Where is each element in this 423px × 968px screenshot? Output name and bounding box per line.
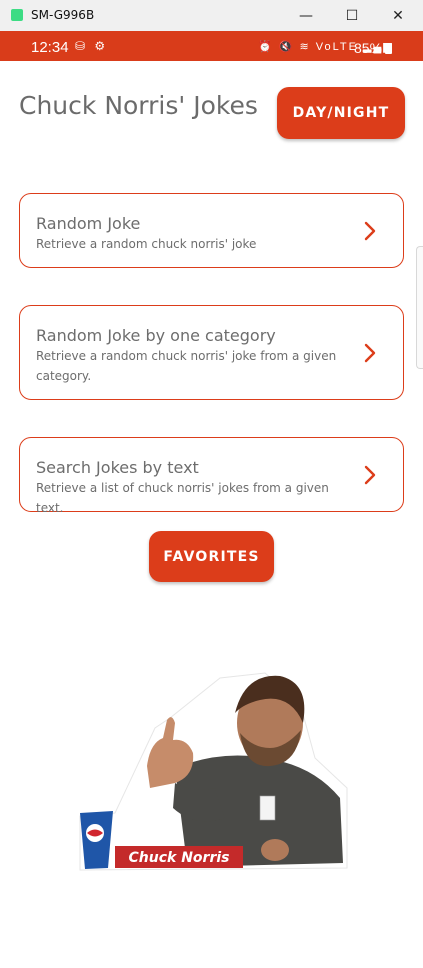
card-title: Random Joke <box>36 214 141 233</box>
chevron-right-icon <box>364 465 376 485</box>
chuck-norris-image: Chuck Norris <box>79 672 348 871</box>
battery-percent: 85% <box>354 40 383 56</box>
card-title: Random Joke by one category <box>36 326 276 345</box>
status-time: 12:34 <box>31 39 69 56</box>
minimize-button[interactable]: — <box>283 0 329 31</box>
scroll-handle[interactable] <box>416 246 423 369</box>
card-description: Retrieve a random chuck norris' joke fro… <box>36 349 337 383</box>
random-joke-by-category-card[interactable]: Random Joke by one category Retrieve a r… <box>19 305 404 400</box>
card-description: Retrieve a list of chuck norris' jokes f… <box>36 481 329 515</box>
app-icon <box>11 9 23 21</box>
banner-text: Chuck Norris <box>129 850 230 866</box>
battery-icon <box>385 43 392 54</box>
page-title: Chuck Norris' Jokes <box>19 91 258 120</box>
day-night-toggle-button[interactable]: DAY/NIGHT <box>277 87 405 139</box>
search-jokes-by-text-card[interactable]: Search Jokes by text Retrieve a list of … <box>19 437 404 515</box>
status-bar: 12:34 ⛁ ⚙ ⏰ 🔇 ≋ VoLTE ▂▄▆ 85% <box>0 31 423 61</box>
card-description: Retrieve a random chuck norris' joke <box>36 237 257 251</box>
window-titlebar: SM-G996B — ☐ ✕ <box>0 0 423 31</box>
favorites-button[interactable]: FAVORITES <box>149 531 274 582</box>
random-joke-card[interactable]: Random Joke Retrieve a random chuck norr… <box>19 193 404 268</box>
maximize-button[interactable]: ☐ <box>329 0 375 31</box>
card-title: Search Jokes by text <box>36 458 199 477</box>
chevron-right-icon <box>364 221 376 241</box>
window-title: SM-G996B <box>31 8 95 22</box>
notification-icons: ⛁ ⚙ <box>75 39 109 53</box>
chevron-right-icon <box>364 343 376 363</box>
close-button[interactable]: ✕ <box>375 0 421 31</box>
